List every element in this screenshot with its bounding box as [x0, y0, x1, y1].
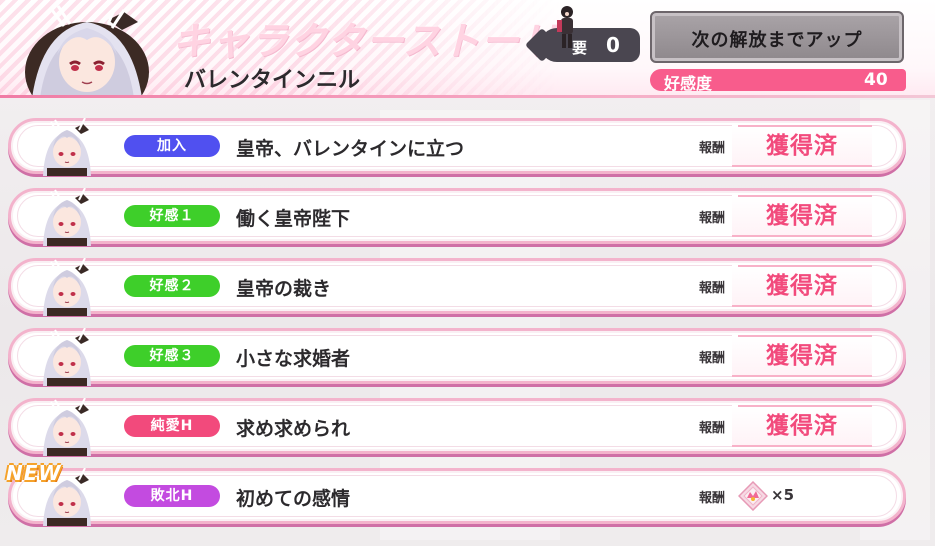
story-type-tag: 好感２ — [124, 275, 220, 297]
obtained-stamp: 獲得済 — [732, 195, 872, 237]
character-thumbnail — [35, 258, 99, 316]
obtained-stamp: 獲得済 — [732, 335, 872, 377]
obtained-stamp: 獲得済 — [732, 125, 872, 167]
story-type-tag: 好感１ — [124, 205, 220, 227]
story-title: 求め求められ — [236, 418, 351, 440]
reward-label: 報酬 — [699, 351, 726, 366]
unlock-next-button[interactable]: 次の解放までアップ — [650, 11, 904, 63]
header-divider — [0, 95, 935, 98]
character-thumbnail — [35, 398, 99, 456]
reward-label: 報酬 — [699, 491, 726, 506]
affinity-label: 好感度 — [664, 74, 713, 93]
story-title: 皇帝、バレンタインに立つ — [236, 138, 465, 160]
gem-icon — [737, 480, 769, 512]
story-type-tag: 加入 — [124, 135, 220, 157]
reward-count: ×5 — [771, 486, 795, 504]
reward-label: 報酬 — [699, 141, 726, 156]
character-thumbnail — [35, 118, 99, 176]
story-row[interactable]: 好感２ 皇帝の裁き 報酬 獲得済 — [8, 258, 906, 316]
reward-label: 報酬 — [699, 281, 726, 296]
key-count: 0 — [606, 33, 620, 57]
obtained-stamp: 獲得済 — [732, 265, 872, 307]
story-row[interactable]: 好感１ 働く皇帝陛下 報酬 獲得済 — [8, 188, 906, 246]
key-label: 要 — [572, 39, 588, 57]
story-title: 働く皇帝陛下 — [236, 208, 351, 230]
character-portrait — [12, 0, 162, 98]
story-row[interactable]: 敗北H 初めての感情 報酬 ×5 — [8, 468, 906, 526]
story-type-tag: 好感３ — [124, 345, 220, 367]
character-thumbnail — [35, 328, 99, 386]
story-header: キャラクターストーリー バレンタインニル 要 0 次の解放までアップ 好感度 4… — [0, 0, 935, 98]
obtained-stamp: 獲得済 — [732, 405, 872, 447]
new-badge: NEW — [6, 461, 62, 485]
affinity-value: 40 — [864, 70, 888, 90]
character-name: バレンタインニル — [184, 68, 361, 93]
character-thumbnail — [35, 188, 99, 246]
unlock-next-label: 次の解放までアップ — [691, 30, 863, 51]
story-title: 小さな求婚者 — [236, 348, 351, 370]
story-title: 初めての感情 — [236, 488, 351, 510]
story-title: 皇帝の裁き — [236, 278, 332, 300]
reward-label: 報酬 — [699, 211, 726, 226]
story-type-tag: 純愛H — [124, 415, 220, 437]
reward-label: 報酬 — [699, 421, 726, 436]
story-row[interactable]: 加入 皇帝、バレンタインに立つ 報酬 獲得済 — [8, 118, 906, 176]
story-row[interactable]: 純愛H 求め求められ 報酬 獲得済 — [8, 398, 906, 456]
story-row[interactable]: 好感３ 小さな求婚者 報酬 獲得済 — [8, 328, 906, 386]
story-type-tag: 敗北H — [124, 485, 220, 507]
